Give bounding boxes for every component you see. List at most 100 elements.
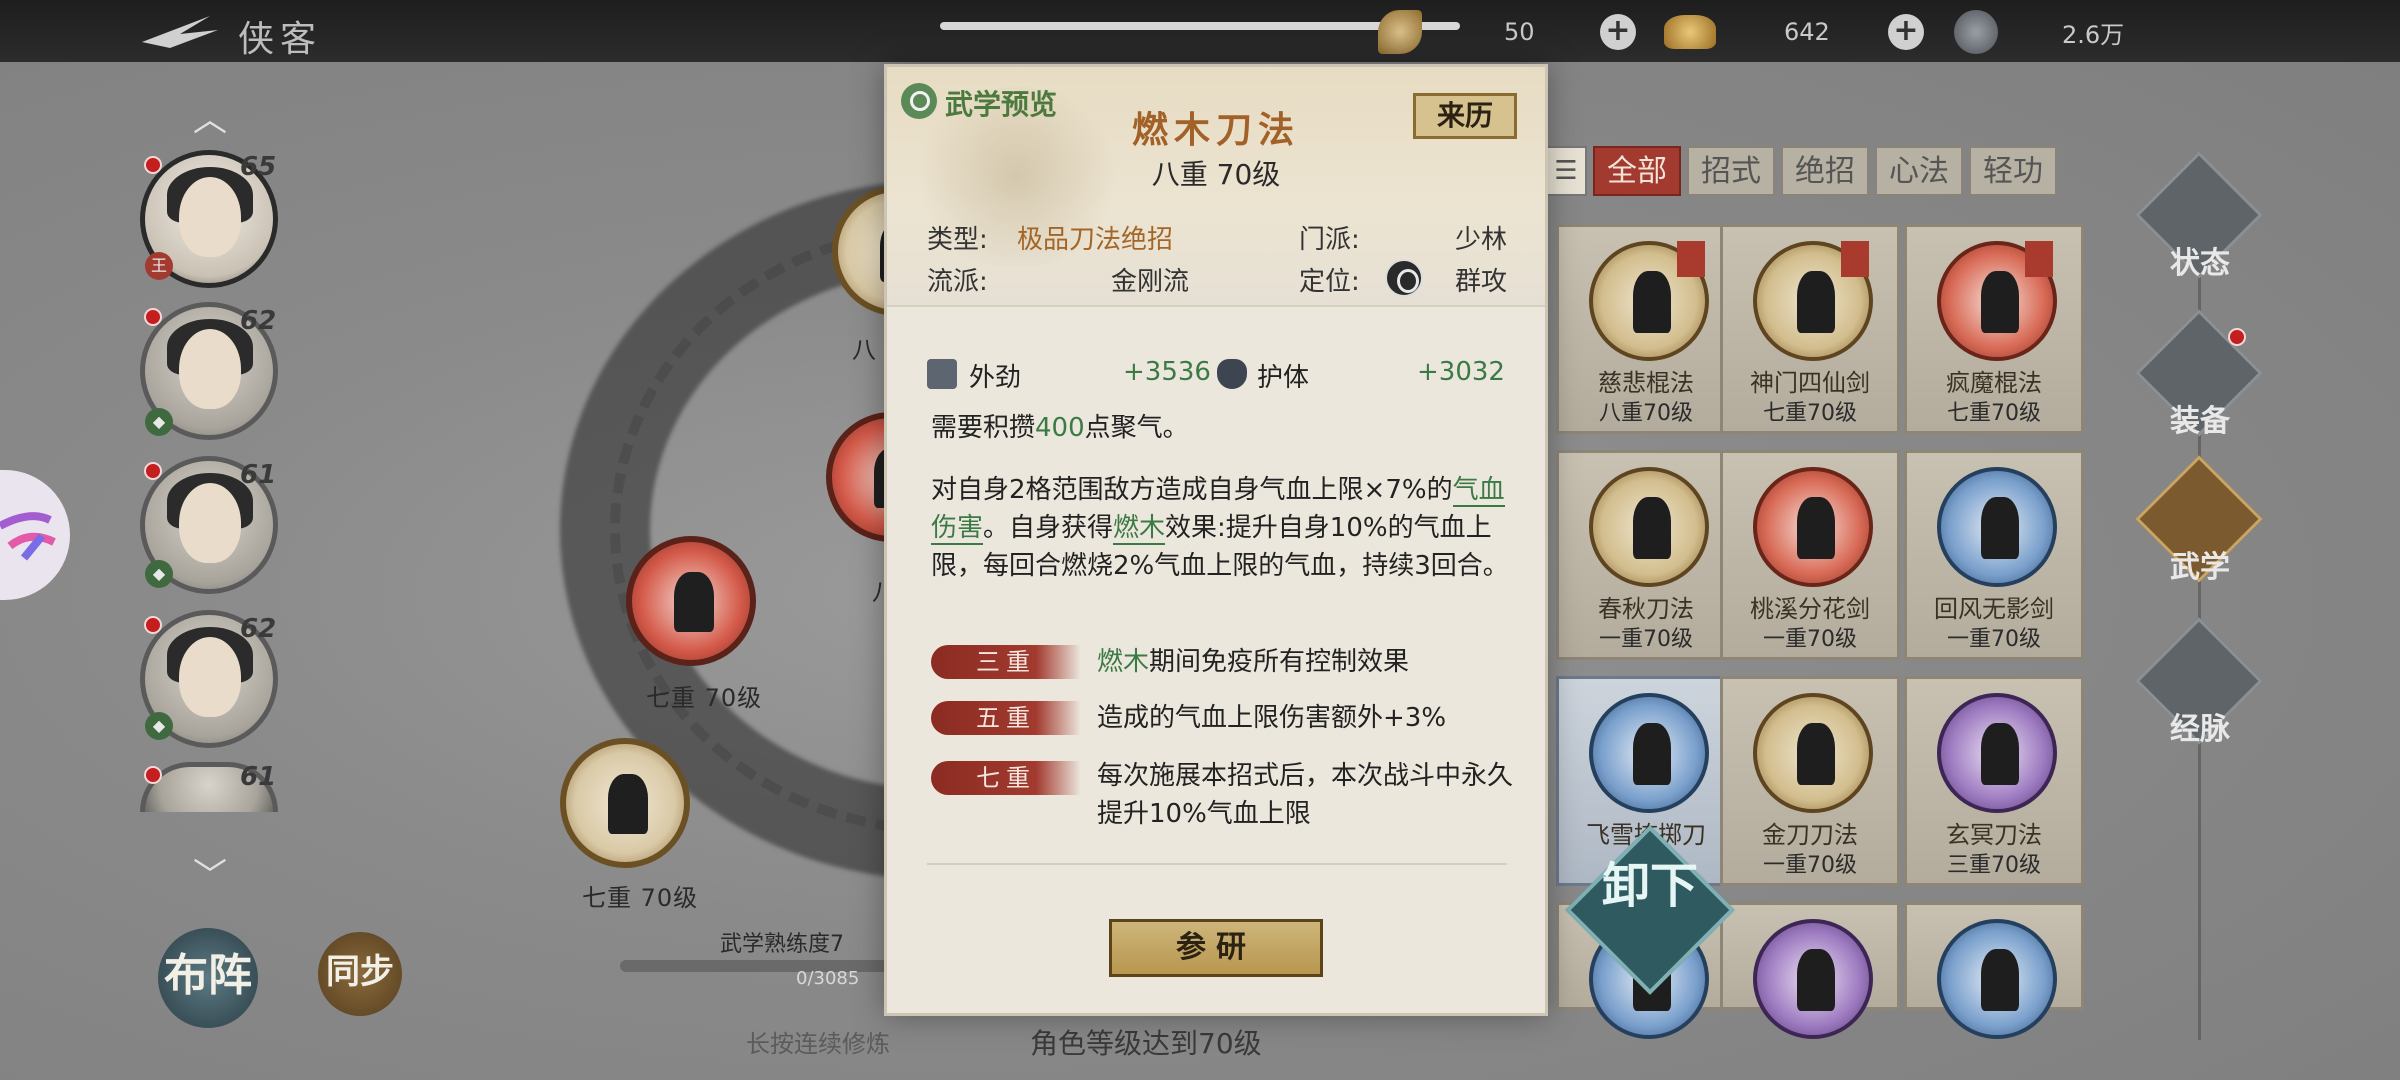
skill-card-level: 七重70级 — [1763, 401, 1857, 426]
tier-label: 七重 — [976, 764, 1036, 792]
sync-button[interactable]: 同步 — [318, 932, 402, 1016]
formation-button[interactable]: 布阵 — [158, 928, 258, 1028]
hero-level-2: 62 — [240, 306, 277, 336]
notification-dot — [2228, 328, 2246, 346]
long-press-hint: 长按连续修炼 — [746, 1030, 890, 1058]
nav-label: 装备 — [2170, 404, 2230, 439]
study-button[interactable]: 参研 — [1109, 919, 1323, 977]
tab-all[interactable]: 全部 — [1593, 146, 1681, 196]
notification-dot — [144, 156, 162, 174]
tier-highlight: 燃木 — [1097, 647, 1150, 677]
burning-wood-link[interactable]: 燃木 — [1113, 513, 1166, 545]
face — [179, 329, 241, 409]
school-value: 金刚流 — [1111, 267, 1190, 297]
skill-card-level: 一重70级 — [1599, 627, 1693, 652]
skill-effect-description: 对自身2格范围敌方造成自身气血上限×7%的气血伤害。自身获得燃木效果:提升自身1… — [931, 471, 1511, 585]
plus-icon: + — [1600, 14, 1636, 50]
hero-tag-icon: ◆ — [145, 408, 173, 436]
wheel-skill-node[interactable] — [560, 738, 690, 868]
skill-card-name: 春秋刀法 — [1598, 595, 1694, 623]
effect-text: 对自身2格范围敌方造成自身气血上限×7%的 — [931, 475, 1453, 505]
figure — [1797, 723, 1835, 785]
tab-ultimates[interactable]: 绝招 — [1781, 146, 1869, 196]
currency-copper-value: 2.6万 — [2062, 20, 2125, 49]
nav-status[interactable]: 状态 — [2135, 151, 2263, 281]
energy-amount: 400 — [1035, 413, 1085, 443]
tab-inner-arts[interactable]: 心法 — [1875, 146, 1963, 196]
skill-card-level: 一重70级 — [1763, 627, 1857, 652]
skill-icon — [1753, 693, 1873, 813]
sect-key: 门派: — [1299, 225, 1360, 255]
wheel-skill-node[interactable] — [626, 536, 756, 666]
tier-badge-5: 五重 — [931, 701, 1091, 737]
skill-card[interactable]: 桃溪分花剑一重70级 — [1720, 450, 1900, 660]
hero-tag-1: 王 — [145, 252, 173, 280]
skill-card-name: 金刀刀法 — [1762, 821, 1858, 849]
skill-card[interactable]: 回风无影剑 一重70级 — [1904, 450, 2084, 660]
hero-level-5: 61 — [240, 762, 277, 792]
roster-up-arrow[interactable]: ︿ — [180, 92, 240, 140]
skill-card-name: 桃溪分花剑 — [1750, 595, 1870, 623]
currency-leaf — [1378, 10, 1422, 54]
wheel-node-label: 七重 70级 — [582, 884, 699, 912]
skill-card-name: 慈悲棍法 — [1598, 369, 1694, 397]
skill-card[interactable]: 玄冥刀法 三重70级 — [1904, 676, 2084, 886]
wheel-node-label: 七重 70级 — [646, 684, 763, 712]
equipped-badge-icon — [2025, 241, 2053, 277]
tier-badge-3: 三重 — [931, 645, 1091, 681]
figure — [1981, 497, 2019, 559]
currency-copper — [1954, 10, 1998, 54]
add-leaf-button[interactable]: + — [1600, 10, 1636, 54]
skill-icon — [1937, 919, 2057, 1039]
nav-meridians[interactable]: 经脉 — [2135, 617, 2263, 747]
tab-qinggong[interactable]: 轻功 — [1969, 146, 2057, 196]
skill-card[interactable]: 金刀刀法 一重70级 — [1720, 676, 1900, 886]
skill-card[interactable] — [1720, 902, 1900, 1039]
skill-card[interactable]: 疯魔棍法 七重70级 — [1904, 224, 2084, 434]
skill-icon — [1589, 693, 1709, 813]
skill-card[interactable] — [1904, 902, 2084, 1039]
skill-card[interactable]: 神门四仙剑七重70级 — [1720, 224, 1900, 434]
add-gold-button[interactable]: + — [1888, 10, 1924, 54]
skill-card[interactable]: 春秋刀法一重70级 — [1556, 450, 1736, 660]
stat-value-defense: +3032 — [1417, 357, 1505, 387]
tier-badge-7: 七重 — [931, 761, 1091, 797]
effect-text: 。自身获得 — [983, 513, 1114, 543]
skill-card-name: 神门四仙剑 — [1750, 369, 1870, 397]
skill-level: 八重 70级 — [1151, 158, 1281, 191]
hero-level-3: 61 — [240, 460, 277, 490]
nav-martial-arts[interactable]: 武学 — [2135, 455, 2263, 585]
roster-down-arrow[interactable]: ﹀ — [180, 848, 240, 896]
face — [179, 483, 241, 563]
stat-name-outer-force: 外劲 — [969, 363, 1022, 393]
floating-assistant-button[interactable] — [0, 470, 70, 600]
plus-icon: + — [1888, 14, 1924, 50]
skill-card[interactable]: 慈悲棍法八重70级 — [1556, 224, 1736, 434]
notification-dot — [144, 308, 162, 326]
divider — [927, 863, 1507, 865]
figure — [1797, 949, 1835, 1011]
tab-moves[interactable]: 招式 — [1687, 146, 1775, 196]
tier-text-3: 燃木期间免疫所有控制效果 — [1097, 643, 1497, 681]
skill-filter-tabs: ☰ 全部 招式 绝招 心法 轻功 — [1545, 146, 2057, 196]
currency-gold — [1664, 10, 1716, 54]
nav-label: 状态 — [2170, 246, 2230, 281]
skill-card-name: 疯魔棍法 — [1946, 369, 2042, 397]
origin-button[interactable]: 来历 — [1413, 93, 1517, 139]
filter-menu-icon[interactable]: ☰ — [1545, 146, 1587, 196]
hero-tag-icon: ◆ — [145, 712, 173, 740]
proficiency-title: 武学熟练度7 — [720, 932, 844, 957]
gold-ingot-icon — [1664, 15, 1716, 49]
notification-dot — [144, 462, 162, 480]
role-key: 定位: — [1299, 267, 1360, 297]
nav-line-decoration — [2198, 160, 2201, 1040]
role-value: 群攻 — [1455, 267, 1508, 297]
skill-card-level: 一重70级 — [1947, 627, 2041, 652]
skill-card-level: 八重70级 — [1599, 401, 1693, 426]
unload-button[interactable]: 卸下 — [1595, 860, 1705, 912]
copper-coin-icon — [1954, 10, 1998, 54]
stat-row: 外劲 +3536 护体 +3032 — [927, 357, 1507, 397]
skill-icon — [1589, 467, 1709, 587]
back-icon[interactable] — [140, 12, 220, 52]
figure — [1981, 723, 2019, 785]
